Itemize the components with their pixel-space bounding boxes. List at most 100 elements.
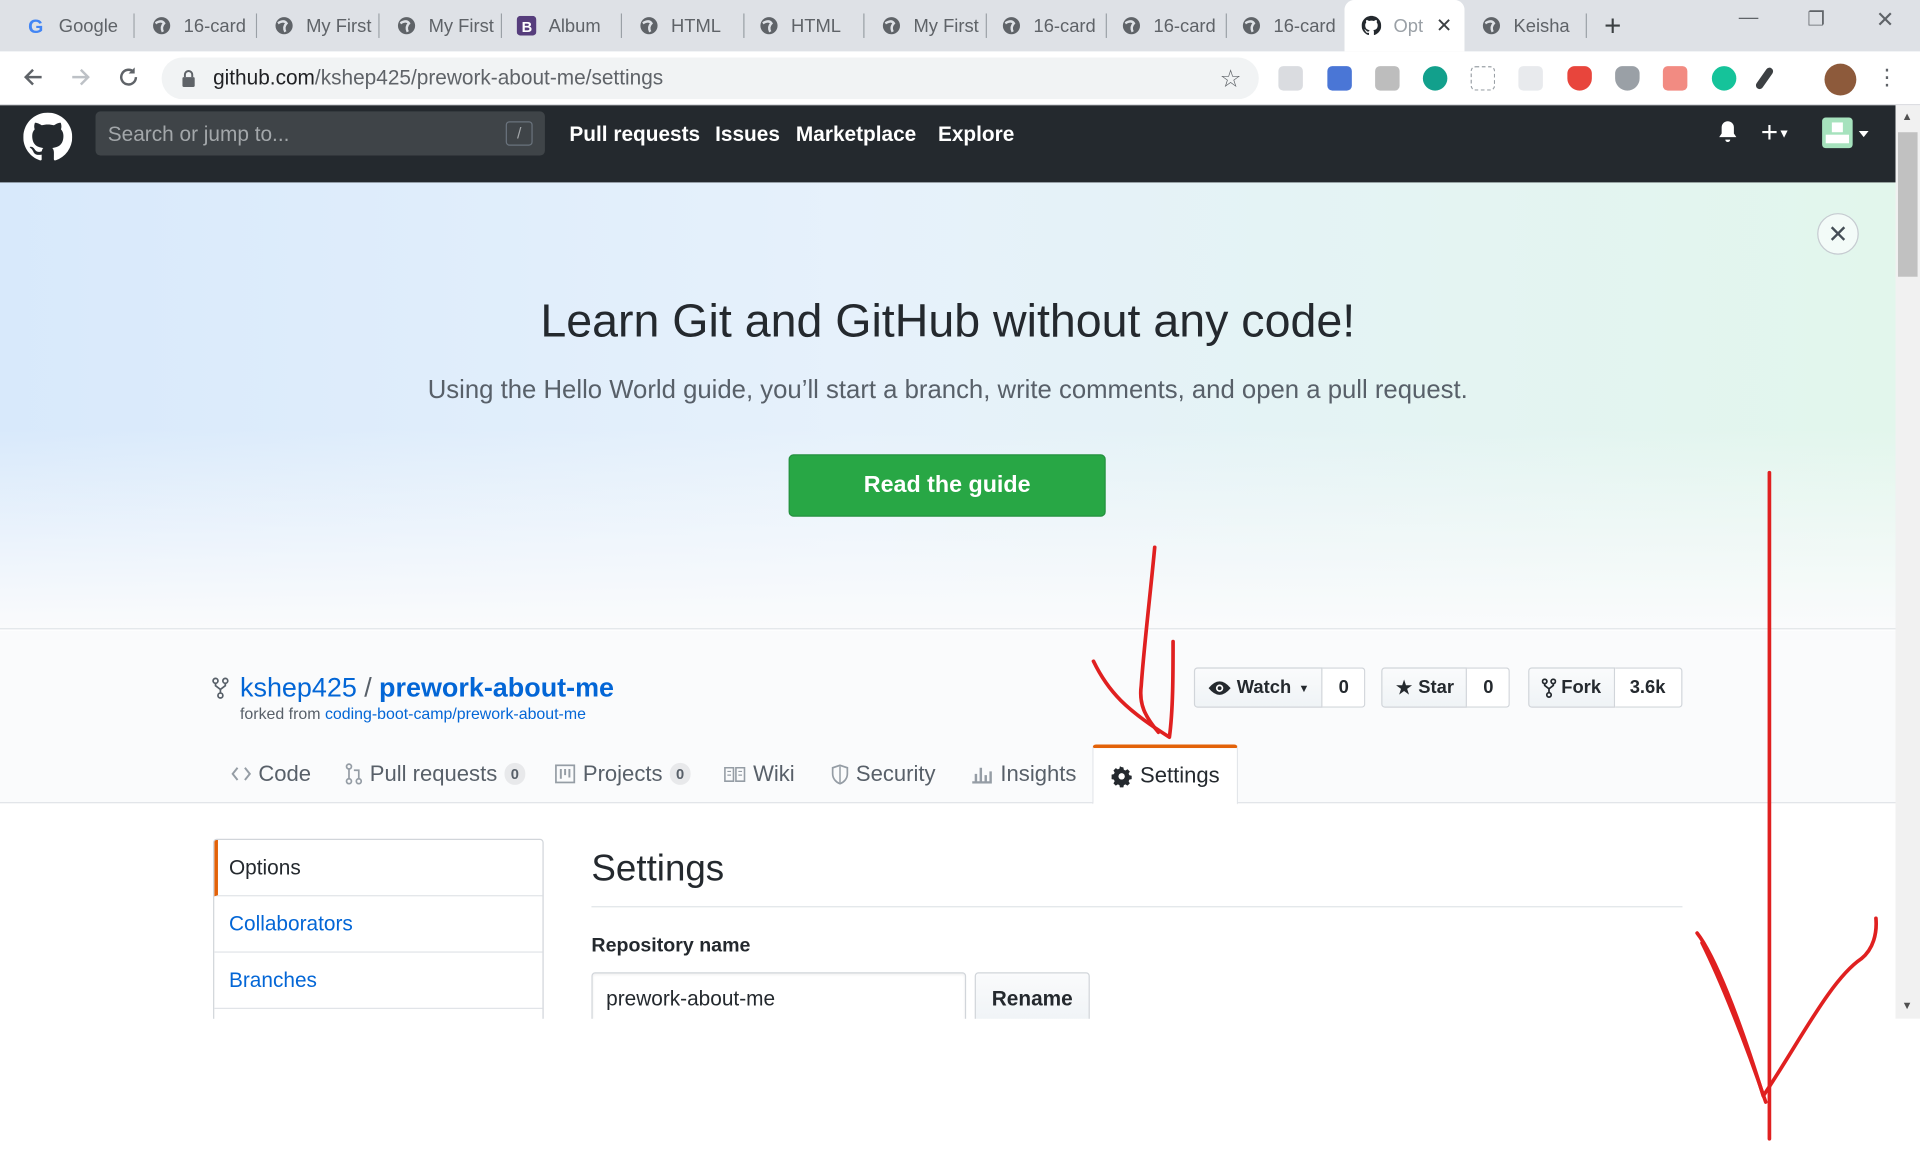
create-new-plus-icon[interactable]: +▼	[1761, 116, 1790, 150]
globe-icon	[1482, 16, 1502, 36]
minimize-icon[interactable]: —	[1739, 7, 1759, 29]
scroll-down-icon[interactable]: ▼	[1902, 999, 1913, 1011]
browser-tab[interactable]: 16-card	[1225, 7, 1345, 44]
page-scrollbar[interactable]: ▲ ▼	[1895, 105, 1920, 1019]
tab-title: My First	[306, 15, 372, 37]
fork-button[interactable]: Fork	[1528, 667, 1615, 708]
watch-button[interactable]: Watch ▼	[1193, 667, 1323, 708]
pull-request-icon	[345, 763, 363, 785]
tab-title: Keisha	[1513, 15, 1570, 37]
address-bar[interactable]: github.com/kshep425/prework-about-me/set…	[161, 57, 1259, 100]
bookmark-star-icon[interactable]: ☆	[1220, 64, 1242, 95]
search-input[interactable]: Search or jump to... /	[95, 111, 545, 156]
browser-tab[interactable]: HTML	[622, 7, 745, 44]
new-tab-icon[interactable]: +	[1604, 10, 1621, 44]
extension-icon[interactable]	[1375, 66, 1400, 91]
extension-icon[interactable]	[1470, 66, 1496, 91]
repo-header: kshep425/prework-about-me forked from co…	[0, 630, 1896, 805]
globe-icon	[639, 16, 659, 36]
dismiss-banner-icon[interactable]: ✕	[1817, 213, 1859, 255]
nav-pull-requests[interactable]: Pull requests	[569, 122, 700, 146]
nav-marketplace[interactable]: Marketplace	[796, 122, 916, 146]
menu-item-options[interactable]: Options	[214, 840, 543, 897]
extension-icon[interactable]	[1662, 66, 1688, 91]
window-close-icon[interactable]: ✕	[1876, 7, 1894, 33]
browser-tab[interactable]: My First	[257, 7, 380, 44]
tab-security[interactable]: Security	[831, 744, 936, 803]
tab-projects[interactable]: Projects 0	[555, 744, 691, 803]
globe-icon	[397, 16, 417, 36]
close-tab-icon[interactable]: ✕	[1436, 13, 1452, 37]
grammarly-icon[interactable]	[1711, 66, 1737, 91]
star-icon: ★	[1394, 675, 1414, 699]
browser-tab[interactable]: B Album	[500, 7, 623, 44]
tab-title: Google	[58, 15, 119, 37]
nav-explore[interactable]: Explore	[938, 122, 1014, 146]
restore-icon[interactable]: ❐	[1807, 7, 1825, 31]
github-logo-icon[interactable]	[23, 112, 73, 168]
repo-forked-icon	[212, 675, 229, 707]
forward-icon[interactable]	[65, 61, 97, 93]
browser-tab[interactable]: G Google	[10, 7, 135, 44]
scroll-up-icon[interactable]: ▲	[1902, 110, 1913, 122]
avatar[interactable]	[1824, 63, 1857, 96]
tab-counter: 0	[504, 762, 526, 785]
browser-tab[interactable]: 16-card	[135, 7, 258, 44]
forked-label: forked from	[240, 704, 321, 723]
repo-owner-link[interactable]: kshep425	[240, 672, 357, 703]
tab-title: My First	[428, 15, 494, 37]
eyedropper-icon[interactable]	[1754, 66, 1775, 91]
browser-menu-icon[interactable]: ⋮	[1871, 61, 1903, 93]
globe-icon	[274, 16, 294, 36]
globe-icon	[882, 16, 902, 36]
browser-tab[interactable]: My First	[864, 7, 987, 44]
repo-name-link[interactable]: prework-about-me	[379, 672, 614, 703]
lock-icon	[181, 70, 196, 93]
globe-icon	[1242, 16, 1262, 36]
svg-text:G: G	[28, 16, 43, 35]
extension-icon[interactable]	[1615, 66, 1640, 91]
search-shortcut-hint: /	[505, 121, 533, 146]
search-placeholder: Search or jump to...	[107, 122, 290, 146]
star-button[interactable]: ★ Star	[1381, 667, 1468, 708]
tab-pull-requests[interactable]: Pull requests 0	[345, 744, 526, 803]
svg-text:B: B	[522, 20, 533, 36]
tab-settings[interactable]: Settings	[1092, 744, 1239, 805]
browser-tab[interactable]: 16-card	[1104, 7, 1227, 44]
extension-icon[interactable]	[1278, 66, 1303, 91]
tab-insights[interactable]: Insights	[971, 744, 1076, 803]
tab-label: Security	[855, 761, 936, 786]
repo-title-separator: /	[364, 672, 372, 703]
tab-title: HTML	[791, 15, 842, 37]
browser-tab[interactable]: Keisha	[1465, 7, 1587, 44]
watch-count[interactable]: 0	[1322, 667, 1366, 708]
camera-extension-icon[interactable]	[1327, 66, 1352, 91]
tab-wiki[interactable]: Wiki	[724, 744, 795, 803]
tab-label: Wiki	[753, 761, 795, 786]
shield-extension-icon[interactable]	[1567, 66, 1592, 91]
fork-count[interactable]: 3.6k	[1614, 667, 1682, 708]
menu-item-branches[interactable]: Branches	[214, 953, 543, 1009]
nav-issues[interactable]: Issues	[715, 122, 780, 146]
tab-code[interactable]: Code	[231, 744, 311, 803]
tab-label: Projects	[582, 761, 663, 786]
read-guide-button[interactable]: Read the guide	[788, 454, 1106, 517]
back-icon[interactable]	[17, 61, 49, 93]
shield-icon	[831, 763, 849, 784]
scrollbar-thumb[interactable]	[1897, 132, 1918, 277]
code-icon	[231, 765, 252, 782]
notifications-bell-icon[interactable]	[1717, 120, 1739, 151]
star-count[interactable]: 0	[1467, 667, 1511, 708]
globe-icon	[1122, 16, 1142, 36]
forked-from-link[interactable]: coding-boot-camp/prework-about-me	[325, 704, 586, 722]
globe-icon	[759, 16, 779, 36]
extension-icon[interactable]	[1518, 66, 1543, 91]
browser-tab[interactable]: HTML	[742, 7, 865, 44]
menu-item-collaborators[interactable]: Collaborators	[214, 896, 543, 953]
user-avatar[interactable]	[1822, 117, 1871, 156]
reload-icon[interactable]	[113, 61, 145, 93]
browser-tab[interactable]: 16-card	[984, 7, 1107, 44]
browser-tab-active[interactable]: Opt ✕	[1344, 0, 1465, 52]
browser-tab[interactable]: My First	[380, 7, 503, 44]
extension-icon[interactable]	[1422, 66, 1448, 91]
